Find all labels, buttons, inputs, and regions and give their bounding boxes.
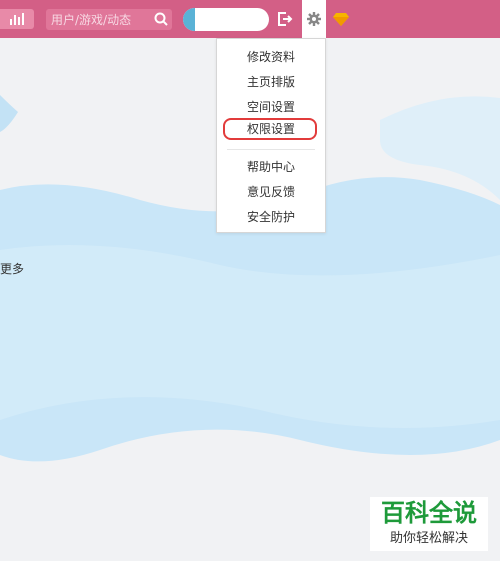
gear-icon — [307, 12, 321, 26]
menu-item-help-center[interactable]: 帮助中心 — [217, 156, 325, 178]
logout-icon[interactable] — [277, 11, 293, 27]
avatar-edge — [183, 8, 195, 31]
search-input[interactable] — [51, 11, 151, 28]
menu-divider — [227, 149, 315, 150]
diamond-icon[interactable] — [333, 12, 349, 26]
menu-item-homepage-layout[interactable]: 主页排版 — [217, 71, 325, 93]
search-box — [46, 9, 172, 30]
menu-item-feedback[interactable]: 意见反馈 — [217, 181, 325, 203]
watermark-logo: 百科全说 助你轻松解决 — [370, 497, 488, 551]
more-link[interactable]: 更多 — [0, 260, 24, 277]
menu-item-space-settings[interactable]: 空间设置 — [217, 96, 325, 118]
watermark-title: 百科全说 — [381, 499, 477, 527]
highlight-annotation — [223, 118, 317, 140]
watermark-subtitle: 助你轻松解决 — [389, 531, 468, 546]
settings-tab[interactable] — [302, 0, 326, 38]
stats-button[interactable] — [0, 9, 34, 29]
search-icon[interactable] — [154, 12, 168, 26]
user-avatar[interactable] — [183, 8, 269, 31]
settings-dropdown-menu: 修改资料 主页排版 空间设置 权限设置 帮助中心 意见反馈 安全防护 — [216, 38, 326, 233]
bar-chart-icon — [10, 13, 24, 25]
top-navigation-bar — [0, 0, 500, 38]
menu-item-security[interactable]: 安全防护 — [217, 206, 325, 228]
menu-item-edit-profile[interactable]: 修改资料 — [217, 46, 325, 68]
